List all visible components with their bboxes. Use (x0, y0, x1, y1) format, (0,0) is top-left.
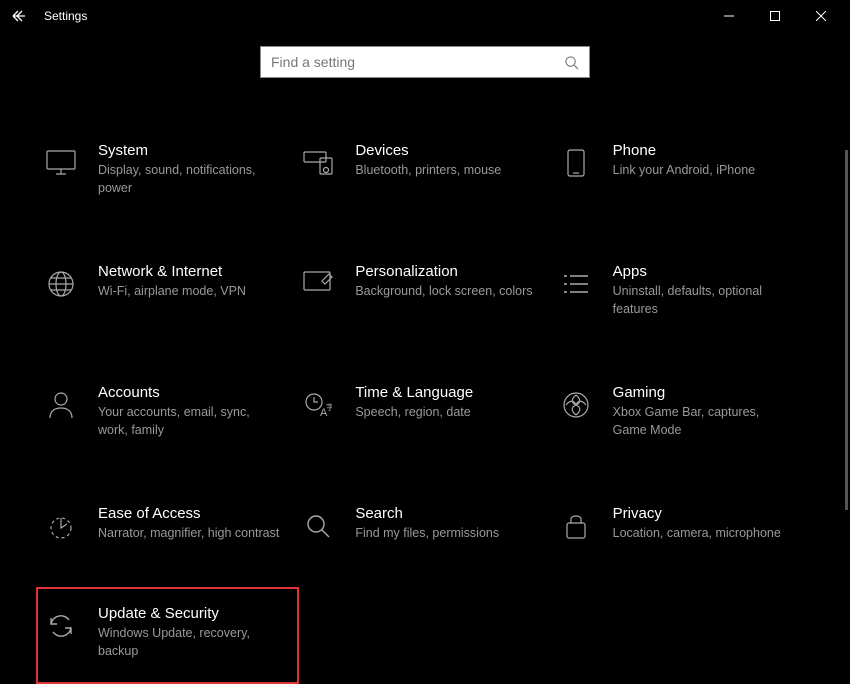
scrollbar[interactable] (845, 150, 848, 510)
tile-desc: Background, lock screen, colors (355, 283, 538, 301)
tile-phone[interactable]: Phone Link your Android, iPhone (559, 138, 806, 201)
tile-title: Ease of Access (98, 505, 281, 522)
privacy-icon (559, 509, 593, 543)
time-icon: A字 (301, 388, 335, 422)
tile-ease-of-access[interactable]: Ease of Access Narrator, magnifier, high… (44, 501, 291, 547)
phone-icon (559, 146, 593, 180)
tile-update-security[interactable]: Update & Security Windows Update, recove… (36, 587, 299, 684)
titlebar: Settings (0, 0, 850, 32)
system-icon (44, 146, 78, 180)
devices-icon (301, 146, 335, 180)
maximize-icon (770, 11, 780, 21)
search-icon (564, 55, 579, 70)
tile-title: Gaming (613, 384, 796, 401)
tile-devices[interactable]: Devices Bluetooth, printers, mouse (301, 138, 548, 201)
tile-title: Search (355, 505, 538, 522)
tile-search[interactable]: Search Find my files, permissions (301, 501, 548, 547)
minimize-button[interactable] (706, 0, 752, 32)
tile-title: Update & Security (98, 605, 281, 622)
tile-desc: Find my files, permissions (355, 525, 538, 543)
tile-desc: Link your Android, iPhone (613, 162, 796, 180)
tile-desc: Narrator, magnifier, high contrast (98, 525, 281, 543)
tile-title: Privacy (613, 505, 796, 522)
tile-title: Apps (613, 263, 796, 280)
back-button[interactable] (6, 2, 34, 30)
svg-text:字: 字 (326, 402, 332, 412)
settings-grid: System Display, sound, notifications, po… (44, 138, 806, 660)
search-input[interactable] (271, 54, 564, 70)
tile-title: Phone (613, 142, 796, 159)
tile-title: Network & Internet (98, 263, 281, 280)
window-controls (706, 0, 844, 32)
tile-title: Accounts (98, 384, 281, 401)
tile-desc: Uninstall, defaults, optional features (613, 283, 796, 318)
search-category-icon (301, 509, 335, 543)
tile-desc: Bluetooth, printers, mouse (355, 162, 538, 180)
search-box[interactable] (260, 46, 590, 78)
personalization-icon (301, 267, 335, 301)
tile-desc: Windows Update, recovery, backup (98, 625, 281, 660)
tile-desc: Speech, region, date (355, 404, 538, 422)
minimize-icon (724, 11, 734, 21)
ease-of-access-icon (44, 509, 78, 543)
search-container (0, 46, 850, 78)
tile-desc: Display, sound, notifications, power (98, 162, 281, 197)
tile-title: Devices (355, 142, 538, 159)
tile-title: System (98, 142, 281, 159)
tile-network[interactable]: Network & Internet Wi-Fi, airplane mode,… (44, 259, 291, 322)
window-title: Settings (44, 9, 87, 23)
tile-personalization[interactable]: Personalization Background, lock screen,… (301, 259, 548, 322)
tile-desc: Your accounts, email, sync, work, family (98, 404, 281, 439)
apps-icon (559, 267, 593, 301)
tile-accounts[interactable]: Accounts Your accounts, email, sync, wor… (44, 380, 291, 443)
tile-title: Personalization (355, 263, 538, 280)
maximize-button[interactable] (752, 0, 798, 32)
tile-desc: Location, camera, microphone (613, 525, 796, 543)
tile-privacy[interactable]: Privacy Location, camera, microphone (559, 501, 806, 547)
tile-apps[interactable]: Apps Uninstall, defaults, optional featu… (559, 259, 806, 322)
tile-desc: Wi-Fi, airplane mode, VPN (98, 283, 281, 301)
accounts-icon (44, 388, 78, 422)
tile-desc: Xbox Game Bar, captures, Game Mode (613, 404, 796, 439)
close-button[interactable] (798, 0, 844, 32)
update-icon (44, 609, 78, 643)
network-icon (44, 267, 78, 301)
gaming-icon (559, 388, 593, 422)
tile-system[interactable]: System Display, sound, notifications, po… (44, 138, 291, 201)
tile-title: Time & Language (355, 384, 538, 401)
tile-gaming[interactable]: Gaming Xbox Game Bar, captures, Game Mod… (559, 380, 806, 443)
tile-time[interactable]: A字 Time & Language Speech, region, date (301, 380, 548, 443)
close-icon (816, 11, 826, 21)
